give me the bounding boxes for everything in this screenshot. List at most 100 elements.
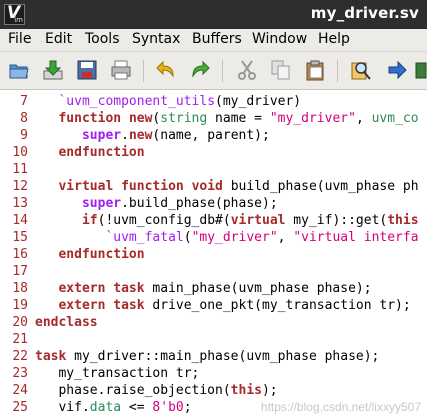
line-number: 9: [20, 128, 28, 143]
menu-file[interactable]: File: [8, 31, 31, 47]
code-token: phase.raise_objection(: [35, 383, 231, 398]
code-token: new: [128, 111, 153, 126]
line-number: 7: [20, 94, 28, 109]
code-token: this: [387, 213, 419, 228]
line-number: 10: [12, 145, 28, 160]
code-editor[interactable]: 7 `uvm_component_utils(my_driver) 8 funct…: [0, 90, 427, 416]
line-number: 16: [12, 247, 28, 262]
code-token: string: [160, 111, 208, 126]
code-token: .: [121, 128, 129, 143]
line-number: 15: [12, 230, 28, 245]
code-token: virtual: [58, 179, 114, 194]
cut-icon[interactable]: [236, 59, 258, 81]
code-token: );: [261, 383, 278, 398]
code-line[interactable]: 8 function new(string name = "my_driver"…: [0, 110, 427, 127]
code-text: my_transaction tr;: [35, 365, 199, 382]
code-line[interactable]: 7 `uvm_component_utils(my_driver): [0, 93, 427, 110]
menu-tools[interactable]: Tools: [85, 31, 120, 47]
code-line[interactable]: 23 my_transaction tr;: [0, 365, 427, 382]
menu-window[interactable]: Window: [252, 31, 307, 47]
menu-buffers[interactable]: Buffers: [192, 31, 242, 47]
code-token: .build_phase(phase);: [121, 196, 278, 211]
code-text: endclass: [35, 314, 98, 331]
code-line[interactable]: 14 if(!uvm_config_db#(virtual my_if)::ge…: [0, 212, 427, 229]
overflow-icon[interactable]: [414, 59, 427, 81]
toolbar-separator: [143, 60, 144, 82]
code-token: vif.: [35, 400, 90, 415]
code-text: endfunction: [35, 144, 145, 161]
forward-arrow-icon[interactable]: [386, 59, 408, 81]
line-number: 12: [12, 179, 28, 194]
code-token: ,: [355, 111, 372, 126]
save-disk-icon[interactable]: [76, 59, 98, 81]
code-line[interactable]: 11: [0, 161, 427, 178]
menu-syntax[interactable]: Syntax: [132, 31, 180, 47]
print-icon[interactable]: [110, 59, 132, 81]
code-token: task: [113, 281, 145, 296]
save-download-icon[interactable]: [42, 59, 64, 81]
code-line[interactable]: 22 task my_driver::main_phase(uvm_phase p…: [0, 348, 427, 365]
code-token: <=: [121, 400, 153, 415]
line-number: 25: [12, 400, 28, 415]
code-token: extern: [58, 298, 106, 313]
menu-edit[interactable]: Edit: [45, 31, 72, 47]
window-title: my_driver.sv: [310, 4, 419, 22]
code-token: task: [35, 349, 67, 364]
code-line[interactable]: 9 super.new(name, parent);: [0, 127, 427, 144]
code-token: main_phase(uvm_phase phase);: [144, 281, 372, 296]
line-number: 18: [12, 281, 28, 296]
code-text: extern task main_phase(uvm_phase phase);: [35, 280, 372, 297]
code-token: (: [183, 230, 192, 245]
code-token: super: [81, 196, 122, 211]
code-token: endclass: [35, 315, 98, 330]
line-number: 17: [12, 264, 28, 279]
code-text: `uvm_fatal("my_driver", "virtual interfa: [35, 229, 418, 246]
code-token: build_phase(uvm_phase ph: [222, 179, 419, 194]
paste-icon[interactable]: [304, 59, 326, 81]
code-line[interactable]: 24 phase.raise_objection(this);: [0, 382, 427, 399]
code-token: virtual: [230, 213, 286, 228]
code-line[interactable]: 10 endfunction: [0, 144, 427, 161]
code-line[interactable]: 16 endfunction: [0, 246, 427, 263]
vim-app-icon[interactable]: V im: [4, 3, 25, 25]
code-line[interactable]: 19 extern task drive_one_pkt(my_transact…: [0, 297, 427, 314]
code-text: function new(string name = "my_driver", …: [35, 110, 418, 127]
code-line[interactable]: 18 extern task main_phase(uvm_phase phas…: [0, 280, 427, 297]
code-token: endfunction: [58, 145, 145, 160]
code-line[interactable]: 13 super.build_phase(phase);: [0, 195, 427, 212]
code-line[interactable]: 15 `uvm_fatal("my_driver", "virtual inte…: [0, 229, 427, 246]
code-token: task: [113, 298, 145, 313]
code-token: data: [89, 400, 122, 415]
code-line[interactable]: 12 virtual function void build_phase(uvm…: [0, 178, 427, 195]
toolbar-separator: [337, 60, 338, 82]
undo-icon[interactable]: [156, 59, 178, 81]
title-bar: V im my_driver.sv: [0, 0, 427, 29]
code-token: super: [81, 128, 122, 143]
code-line[interactable]: 17: [0, 263, 427, 280]
find-replace-icon[interactable]: [350, 59, 372, 81]
code-token: "my_driver": [191, 230, 278, 245]
line-number: 11: [12, 162, 28, 177]
code-token: function: [58, 111, 122, 126]
code-token: this: [230, 383, 262, 398]
code-text: `uvm_component_utils(my_driver): [35, 93, 301, 110]
redo-icon[interactable]: [188, 59, 210, 81]
code-line[interactable]: 21: [0, 331, 427, 348]
menu-help[interactable]: Help: [318, 31, 350, 47]
copy-icon[interactable]: [270, 59, 292, 81]
open-folder-icon[interactable]: [8, 59, 30, 81]
toolbar: [0, 52, 427, 90]
code-token: new: [128, 128, 153, 143]
line-number: 23: [12, 366, 28, 381]
code-line[interactable]: 20 endclass: [0, 314, 427, 331]
